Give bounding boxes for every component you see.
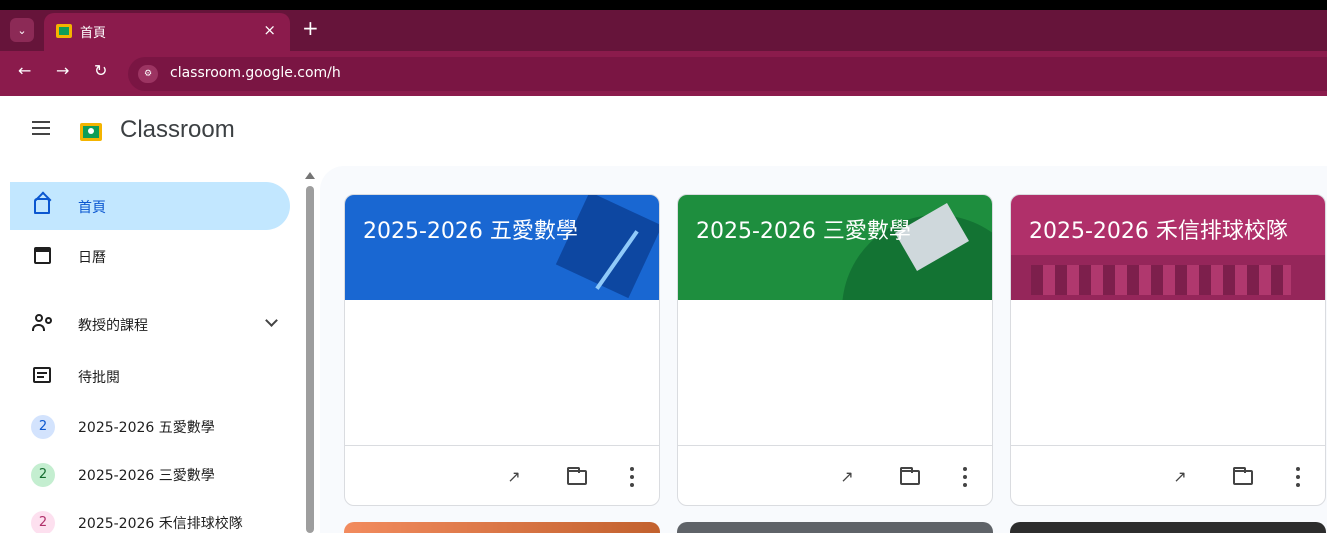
app-header: Classroom (10, 96, 1327, 166)
trending-up-icon[interactable]: ↗ (836, 466, 858, 488)
reload-icon[interactable]: ↻ (94, 61, 107, 80)
class-card-title[interactable]: 2025-2026 五愛數學 (363, 213, 578, 245)
review-tray-icon (33, 367, 51, 383)
forward-arrow-icon[interactable]: → (56, 61, 69, 80)
main-menu-icon[interactable] (32, 121, 50, 135)
sidebar-item-label: 2025-2026 三愛數學 (78, 468, 215, 484)
class-badge: 2 (31, 463, 55, 487)
tab-search-button[interactable]: ⌄ (10, 18, 34, 42)
classroom-favicon-icon (56, 24, 72, 38)
class-badge: 2 (31, 415, 55, 439)
sidebar-item-home[interactable]: 首頁 (10, 182, 290, 230)
sidebar-class-item[interactable]: 2 2025-2026 禾信排球校隊 (10, 498, 290, 533)
class-card-title[interactable]: 2025-2026 三愛數學 (696, 213, 911, 245)
sidebar-scrollbar[interactable] (306, 186, 314, 533)
class-card-footer: ↗ (678, 445, 992, 505)
class-card-footer: ↗ (345, 445, 659, 505)
browser-tab-bar: ⌄ 首頁 × + (0, 0, 1327, 51)
class-card-title[interactable]: 2025-2026 禾信排球校隊 (1029, 213, 1288, 245)
class-card-banner[interactable]: 2025-2026 五愛數學 (345, 195, 659, 300)
folder-icon[interactable] (567, 467, 587, 485)
chevron-down-icon[interactable] (265, 314, 278, 327)
tab-title: 首頁 (80, 26, 107, 41)
scroll-up-arrow-icon[interactable] (305, 172, 315, 179)
new-tab-button[interactable]: + (302, 17, 319, 39)
browser-toolbar: ← → ↻ ⚙ classroom.google.com/h (0, 51, 1327, 96)
home-icon (34, 198, 50, 214)
class-card[interactable]: 2025-2026 三愛數學 ↗ (677, 194, 993, 506)
close-icon[interactable]: × (263, 21, 276, 39)
sidebar-class-item[interactable]: 2 2025-2026 三愛數學 (10, 450, 290, 498)
sidebar-item-label: 待批閱 (78, 370, 120, 386)
more-vert-icon[interactable] (963, 467, 967, 487)
folder-icon[interactable] (1233, 467, 1253, 485)
site-info-icon[interactable]: ⚙ (138, 65, 158, 83)
logo-person-icon (88, 128, 94, 134)
sidebar-item-teaching[interactable]: 教授的課程 (10, 300, 290, 348)
sidebar-item-label: 2025-2026 五愛數學 (78, 420, 215, 436)
people-icon (32, 314, 54, 334)
class-card-banner[interactable]: 2025-2026 禾信排球校隊 (1011, 195, 1325, 300)
sidebar-item-label: 首頁 (78, 200, 106, 216)
sidebar-item-to-review[interactable]: 待批閱 (10, 352, 290, 400)
class-card-banner[interactable]: 2025-2026 三愛數學 (678, 195, 992, 300)
trending-up-icon[interactable]: ↗ (1169, 466, 1191, 488)
class-card-partial[interactable] (1010, 522, 1326, 533)
class-card-partial[interactable] (344, 522, 660, 533)
class-card-footer: ↗ (1011, 445, 1325, 505)
more-vert-icon[interactable] (1296, 467, 1300, 487)
address-bar[interactable]: ⚙ classroom.google.com/h (128, 57, 1327, 91)
more-vert-icon[interactable] (630, 467, 634, 487)
sidebar-class-item[interactable]: 2 2025-2026 五愛數學 (10, 402, 290, 450)
app-title[interactable]: Classroom (120, 116, 235, 144)
calendar-icon (34, 247, 51, 264)
sidebar-item-label: 教授的課程 (78, 318, 148, 334)
banner-decoration (555, 195, 659, 299)
chevron-down-icon: ⌄ (17, 23, 27, 37)
class-badge: 2 (31, 511, 55, 533)
sidebar-item-label: 日曆 (78, 250, 106, 266)
folder-icon[interactable] (900, 467, 920, 485)
class-card-grid: 2025-2026 五愛數學 ↗ 2025-2026 三愛數學 ↗ 2025-2… (320, 166, 1327, 533)
sidebar: 首頁 日曆 教授的課程 待批閱 2 2025-2026 五愛數學 2 2025-… (10, 166, 320, 533)
back-arrow-icon[interactable]: ← (18, 61, 31, 80)
banner-decoration (1031, 265, 1291, 295)
url-text[interactable]: classroom.google.com/h (170, 65, 341, 81)
class-card[interactable]: 2025-2026 禾信排球校隊 ↗ (1010, 194, 1326, 506)
browser-tab[interactable]: 首頁 × (44, 13, 290, 51)
sidebar-item-calendar[interactable]: 日曆 (10, 232, 290, 280)
class-card-partial[interactable] (677, 522, 993, 533)
sidebar-item-label: 2025-2026 禾信排球校隊 (78, 516, 243, 532)
trending-up-icon[interactable]: ↗ (503, 466, 525, 488)
class-card[interactable]: 2025-2026 五愛數學 ↗ (344, 194, 660, 506)
